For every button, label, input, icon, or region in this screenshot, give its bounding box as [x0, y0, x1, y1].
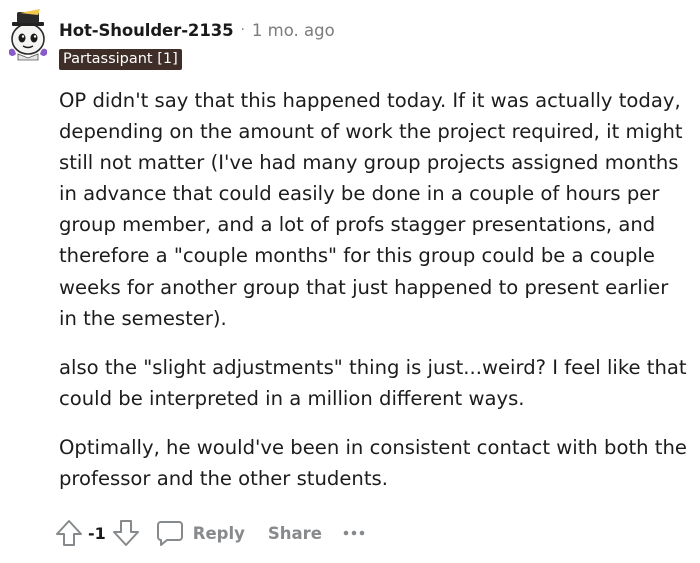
comment-timestamp[interactable]: 1 mo. ago — [252, 21, 335, 40]
speech-bubble-icon — [156, 521, 183, 546]
user-avatar[interactable] — [6, 6, 50, 62]
comment-paragraph: Optimally, he would've been in consisten… — [59, 435, 687, 491]
reply-label: Reply — [192, 523, 245, 543]
comment-body: OP didn't say that this happened today. … — [59, 85, 689, 512]
arrow-down-outline-icon — [112, 520, 139, 546]
comment-actions: -1 Reply Share — [55, 516, 366, 550]
more-options-button[interactable] — [342, 528, 366, 538]
comment: Hot-Shoulder-2135 · 1 mo. ago Partassipa… — [0, 0, 700, 563]
horizontal-ellipsis-icon — [343, 530, 365, 536]
downvote-button[interactable] — [112, 518, 140, 548]
vote-score: -1 — [88, 523, 106, 543]
reply-button[interactable]: Reply — [156, 519, 245, 547]
snoo-avatar-icon — [9, 9, 47, 61]
comment-paragraph: OP didn't say that this happened today. … — [59, 89, 683, 330]
arrow-up-outline-icon — [56, 520, 82, 546]
share-button[interactable]: Share — [268, 524, 322, 543]
user-flair: Partassipant [1] — [59, 49, 182, 70]
comment-meta: Hot-Shoulder-2135 · 1 mo. ago — [59, 19, 335, 41]
author-username[interactable]: Hot-Shoulder-2135 — [59, 21, 234, 40]
comment-paragraph: also the "slight adjustments" thing is j… — [59, 355, 687, 410]
upvote-button[interactable] — [55, 518, 83, 548]
meta-separator: · — [240, 22, 245, 38]
